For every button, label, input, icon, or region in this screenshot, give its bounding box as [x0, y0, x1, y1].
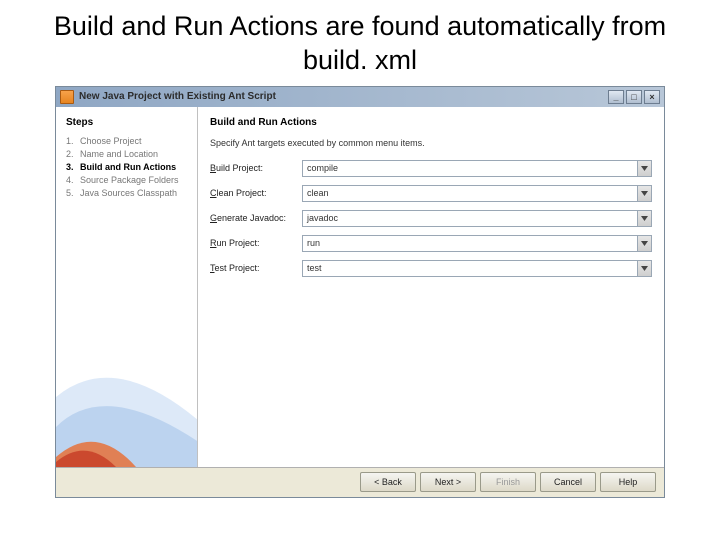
label-generate-javadoc: Generate Javadoc:: [210, 213, 302, 223]
titlebar: New Java Project with Existing Ant Scrip…: [56, 87, 664, 107]
combo-run-project[interactable]: run: [302, 235, 652, 252]
step-3: 3.Build and Run Actions: [66, 162, 187, 172]
label-run-project: Run Project:: [210, 238, 302, 248]
chevron-down-icon[interactable]: [637, 210, 652, 227]
field-run-project: Run Project: run: [210, 235, 652, 252]
label-test-project: Test Project:: [210, 263, 302, 273]
help-button[interactable]: Help: [600, 472, 656, 492]
chevron-down-icon[interactable]: [637, 235, 652, 252]
steps-list: 1.Choose Project 2.Name and Location 3.B…: [66, 136, 187, 198]
field-build-project: Build Project: compile: [210, 160, 652, 177]
step-4: 4.Source Package Folders: [66, 175, 187, 185]
app-icon: [60, 90, 74, 104]
combo-input-run-project[interactable]: run: [302, 235, 637, 252]
combo-input-test-project[interactable]: test: [302, 260, 637, 277]
window-title: New Java Project with Existing Ant Scrip…: [79, 91, 276, 102]
chevron-down-icon[interactable]: [637, 185, 652, 202]
combo-generate-javadoc[interactable]: javadoc: [302, 210, 652, 227]
chevron-down-icon[interactable]: [637, 160, 652, 177]
field-clean-project: Clean Project: clean: [210, 185, 652, 202]
step-2: 2.Name and Location: [66, 149, 187, 159]
wizard-content: Steps 1.Choose Project 2.Name and Locati…: [56, 107, 664, 467]
combo-input-build-project[interactable]: compile: [302, 160, 637, 177]
combo-clean-project[interactable]: clean: [302, 185, 652, 202]
finish-button: Finish: [480, 472, 536, 492]
combo-test-project[interactable]: test: [302, 260, 652, 277]
combo-input-generate-javadoc[interactable]: javadoc: [302, 210, 637, 227]
steps-heading: Steps: [66, 117, 187, 128]
step-5: 5.Java Sources Classpath: [66, 188, 187, 198]
slide-title: Build and Run Actions are found automati…: [0, 0, 720, 86]
panel-description: Specify Ant targets executed by common m…: [210, 138, 652, 148]
maximize-button[interactable]: □: [626, 90, 642, 104]
combo-input-clean-project[interactable]: clean: [302, 185, 637, 202]
wizard-footer: < Back Next > Finish Cancel Help: [56, 467, 664, 497]
chevron-down-icon[interactable]: [637, 260, 652, 277]
field-test-project: Test Project: test: [210, 260, 652, 277]
decorative-swoosh: [56, 337, 198, 467]
panel-heading: Build and Run Actions: [210, 117, 652, 128]
label-clean-project: Clean Project:: [210, 188, 302, 198]
minimize-button[interactable]: _: [608, 90, 624, 104]
next-button[interactable]: Next >: [420, 472, 476, 492]
label-build-project: Build Project:: [210, 163, 302, 173]
back-button[interactable]: < Back: [360, 472, 416, 492]
close-button[interactable]: ×: [644, 90, 660, 104]
cancel-button[interactable]: Cancel: [540, 472, 596, 492]
combo-build-project[interactable]: compile: [302, 160, 652, 177]
wizard-window: New Java Project with Existing Ant Scrip…: [55, 86, 665, 498]
main-panel: Build and Run Actions Specify Ant target…: [198, 107, 664, 467]
field-generate-javadoc: Generate Javadoc: javadoc: [210, 210, 652, 227]
step-1: 1.Choose Project: [66, 136, 187, 146]
steps-sidebar: Steps 1.Choose Project 2.Name and Locati…: [56, 107, 198, 467]
